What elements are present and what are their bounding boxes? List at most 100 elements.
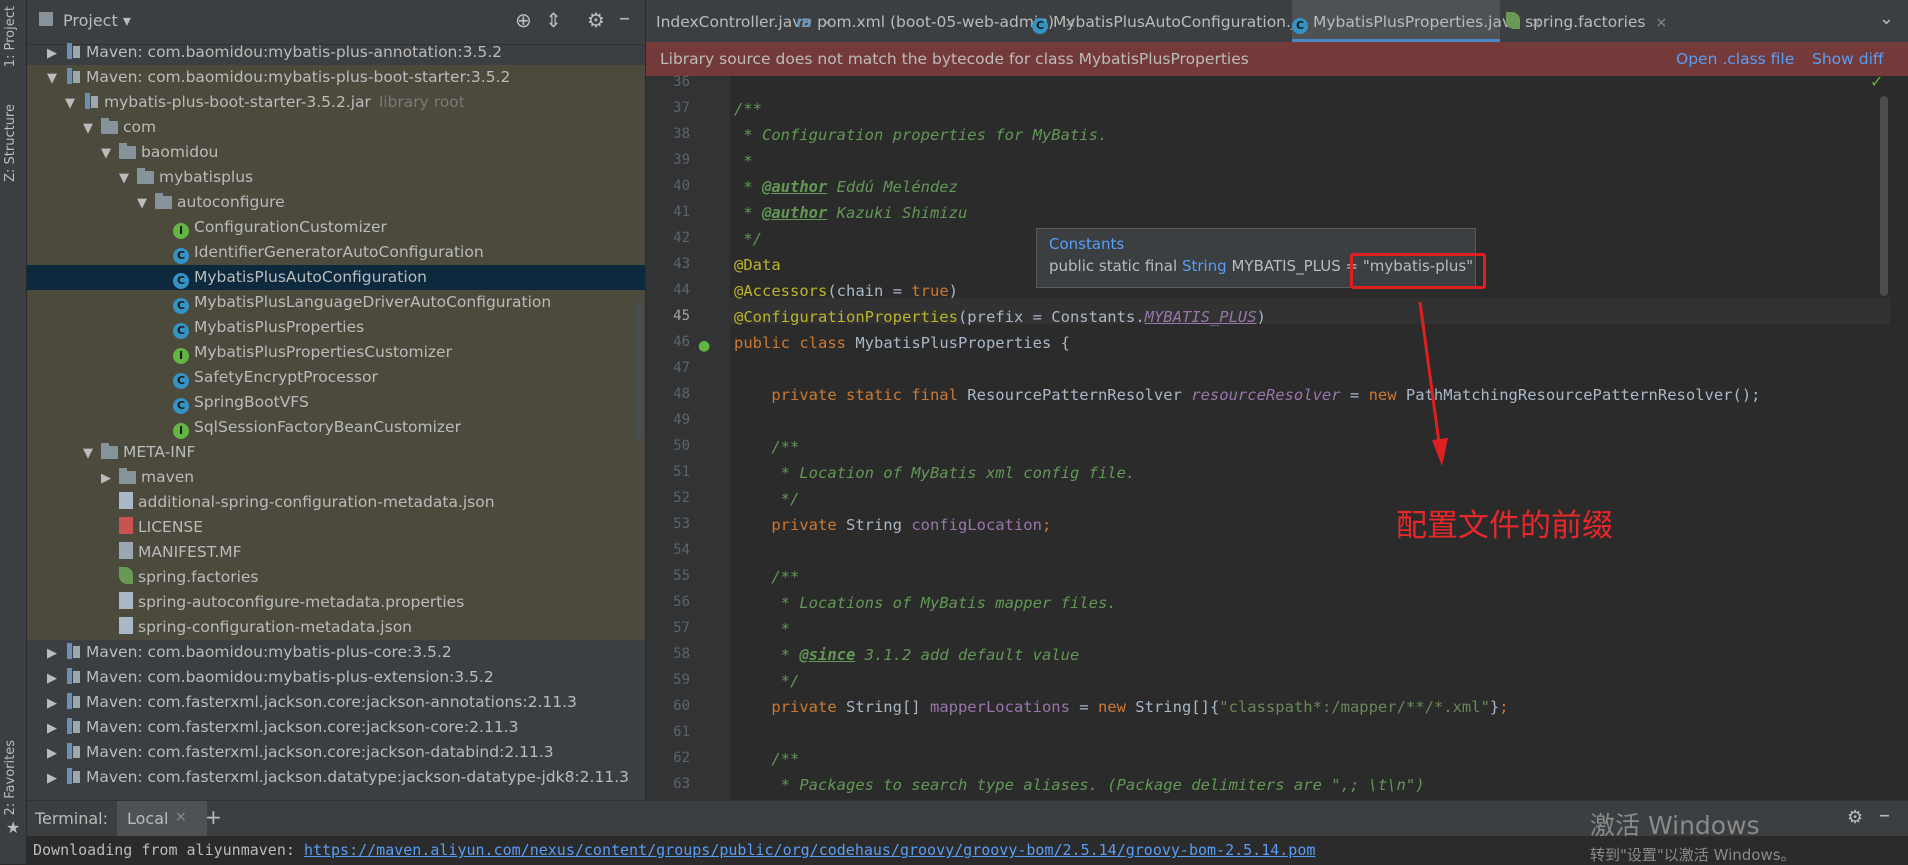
library-icon [83, 93, 99, 109]
line-number: 56 [673, 594, 690, 610]
tree-item[interactable]: ▶ Maven: com.fasterxml.jackson.core:jacks… [27, 715, 645, 740]
star-icon[interactable]: ★ [6, 818, 20, 837]
code-line: /** [734, 100, 762, 118]
tree-item-label: Maven: com.fasterxml.jackson.datatype:ja… [86, 768, 629, 786]
tree-item[interactable]: ▼ mybatisplus [27, 165, 645, 190]
code-line: * [734, 620, 790, 638]
tooltip-title[interactable]: Constants [1049, 235, 1124, 253]
tree-item[interactable]: ▶ Maven: com.fasterxml.jackson.core:jacks… [27, 740, 645, 765]
tree-item[interactable]: spring.factories [27, 565, 645, 590]
class-icon: C [173, 398, 189, 414]
tree-item-label: spring-configuration-metadata.json [138, 618, 412, 636]
line-number: 59 [673, 672, 690, 688]
editor-tab[interactable]: C MybatisPlusProperties.java × [1292, 0, 1542, 42]
collapsed-arrow-icon[interactable]: ▶ [47, 666, 65, 691]
tree-item-label: MANIFEST.MF [138, 543, 242, 561]
tree-item[interactable]: LICENSE [27, 515, 645, 540]
favorites-tool-button[interactable]: 2: Favorites [3, 740, 18, 816]
close-icon[interactable]: × [175, 809, 187, 825]
line-number: 58 [673, 646, 690, 662]
show-diff-link[interactable]: Show diff [1812, 42, 1884, 76]
tree-item-label: META-INF [123, 443, 196, 461]
tree-item[interactable]: ▶ Maven: com.baomidou:mybatis-plus-extens… [27, 665, 645, 690]
project-tool-button[interactable]: 1: Project [3, 6, 18, 67]
target-icon[interactable]: ⊕ [515, 8, 532, 32]
tree-item[interactable]: spring-autoconfigure-metadata.properties [27, 590, 645, 615]
expanded-arrow-icon[interactable]: ▼ [83, 116, 101, 141]
expanded-arrow-icon[interactable]: ▼ [83, 441, 101, 466]
editor-scrollbar[interactable] [1880, 96, 1888, 296]
highlight-box [1350, 253, 1486, 289]
tree-item-label: Maven: com.fasterxml.jackson.core:jackso… [86, 743, 554, 761]
terminal-url-link[interactable]: https://maven.aliyun.com/nexus/content/g… [304, 841, 1315, 859]
inspection-ok-icon[interactable]: ✓ [1870, 76, 1883, 91]
tree-item[interactable]: I ConfigurationCustomizer [27, 215, 645, 240]
tree-item[interactable]: ▼ META-INF [27, 440, 645, 465]
structure-tool-button[interactable]: Z: Structure [3, 104, 18, 182]
collapsed-arrow-icon[interactable]: ▶ [47, 641, 65, 666]
hide-icon[interactable]: – [1879, 803, 1890, 828]
hide-icon[interactable]: – [619, 6, 630, 31]
tree-item[interactable]: C SafetyEncryptProcessor [27, 365, 645, 390]
editor-tab[interactable]: IndexController.java × [656, 0, 833, 42]
open-class-file-link[interactable]: Open .class file [1676, 42, 1794, 76]
close-icon[interactable]: × [1656, 15, 1668, 31]
expanded-arrow-icon[interactable]: ▼ [137, 191, 155, 216]
gear-icon[interactable]: ⚙ [587, 8, 605, 32]
tree-item[interactable]: I MybatisPlusPropertiesCustomizer [27, 340, 645, 365]
tree-item[interactable]: ▶ Maven: com.fasterxml.jackson.datatype:j… [27, 765, 645, 790]
expanded-arrow-icon[interactable]: ▼ [65, 91, 83, 116]
code-editor[interactable]: /** * Configuration properties for MyBat… [730, 76, 1890, 800]
collapsed-arrow-icon[interactable]: ▶ [47, 766, 65, 791]
tree-item[interactable]: ▶ maven [27, 465, 645, 490]
tree-item[interactable]: I SqlSessionFactoryBeanCustomizer [27, 415, 645, 440]
tree-item[interactable]: ▼ mybatis-plus-boot-starter-3.5.2.jar libr… [27, 90, 645, 115]
tree-item[interactable]: spring-configuration-metadata.json [27, 615, 645, 640]
folder-icon [101, 443, 118, 459]
tree-item[interactable]: C SpringBootVFS [27, 390, 645, 415]
collapsed-arrow-icon[interactable]: ▶ [47, 716, 65, 741]
tree-item[interactable]: additional-spring-configuration-metadata… [27, 490, 645, 515]
editor-tab[interactable]: CMybatisPlusAutoConfiguration.java× [1032, 0, 1345, 42]
tree-item[interactable]: ▼ baomidou [27, 140, 645, 165]
tree-item[interactable]: C MybatisPlusLanguageDriverAutoConfigurat… [27, 290, 645, 315]
expanded-arrow-icon[interactable]: ▼ [101, 141, 119, 166]
editor-tab[interactable]: m pom.xml (boot-05-web-admin) × [796, 0, 1076, 42]
collapsed-arrow-icon[interactable]: ▶ [47, 691, 65, 716]
line-number: 51 [673, 464, 690, 480]
tree-item[interactable]: C MybatisPlusAutoConfiguration [27, 265, 645, 290]
project-scrollbar[interactable] [635, 300, 643, 440]
collapsed-arrow-icon[interactable]: ▶ [47, 41, 65, 66]
tree-item[interactable]: ▼ com [27, 115, 645, 140]
collapsed-arrow-icon[interactable]: ▶ [47, 741, 65, 766]
tree-item-label: ConfigurationCustomizer [194, 218, 387, 236]
tree-item[interactable]: MANIFEST.MF [27, 540, 645, 565]
spring-bean-icon[interactable]: ● [698, 338, 710, 354]
tree-item[interactable]: ▼ Maven: com.baomidou:mybatis-plus-boot-s… [27, 65, 645, 90]
expanded-arrow-icon[interactable]: ▼ [119, 166, 137, 191]
project-view-selector[interactable]: Project ▾ [63, 11, 131, 30]
code-line: @Data [734, 256, 781, 274]
collapsed-arrow-icon[interactable]: ▶ [101, 466, 119, 491]
tree-item[interactable]: ▼ autoconfigure [27, 190, 645, 215]
line-number: 42 [673, 230, 690, 246]
tree-item-label: spring-autoconfigure-metadata.properties [138, 593, 465, 611]
line-number: 36 [673, 74, 690, 90]
tree-item[interactable]: ▶ Maven: com.baomidou:mybatis-plus-core:3… [27, 640, 645, 665]
gear-icon[interactable]: ⚙ [1847, 807, 1863, 828]
expanded-arrow-icon[interactable]: ▼ [47, 66, 65, 91]
library-icon [65, 693, 81, 709]
tree-item[interactable]: ▶ Maven: com.baomidou:mybatis-plus-annota… [27, 40, 645, 65]
project-panel: Project ▾ ⊕ ⇕ ⚙ – ▶ Maven: com.baomidou:m… [27, 0, 645, 800]
add-terminal-icon[interactable]: + [205, 805, 222, 829]
tree-item[interactable]: C MybatisPlusProperties [27, 315, 645, 340]
tabs-menu-chevron-icon[interactable]: ⌄ [1879, 8, 1894, 29]
tree-item[interactable]: C IdentifierGeneratorAutoConfiguration [27, 240, 645, 265]
tree-item[interactable]: ▶ Maven: com.fasterxml.jackson.core:jacks… [27, 690, 645, 715]
tree-item-label: mybatisplus [159, 168, 254, 186]
collapse-all-icon[interactable]: ⇕ [545, 8, 562, 32]
watermark-line1: 激活 Windows [1590, 811, 1760, 840]
line-number: 61 [673, 724, 690, 740]
banner-message: Library source does not match the byteco… [660, 50, 1249, 68]
editor-tab[interactable]: spring.factories × [1506, 0, 1667, 42]
